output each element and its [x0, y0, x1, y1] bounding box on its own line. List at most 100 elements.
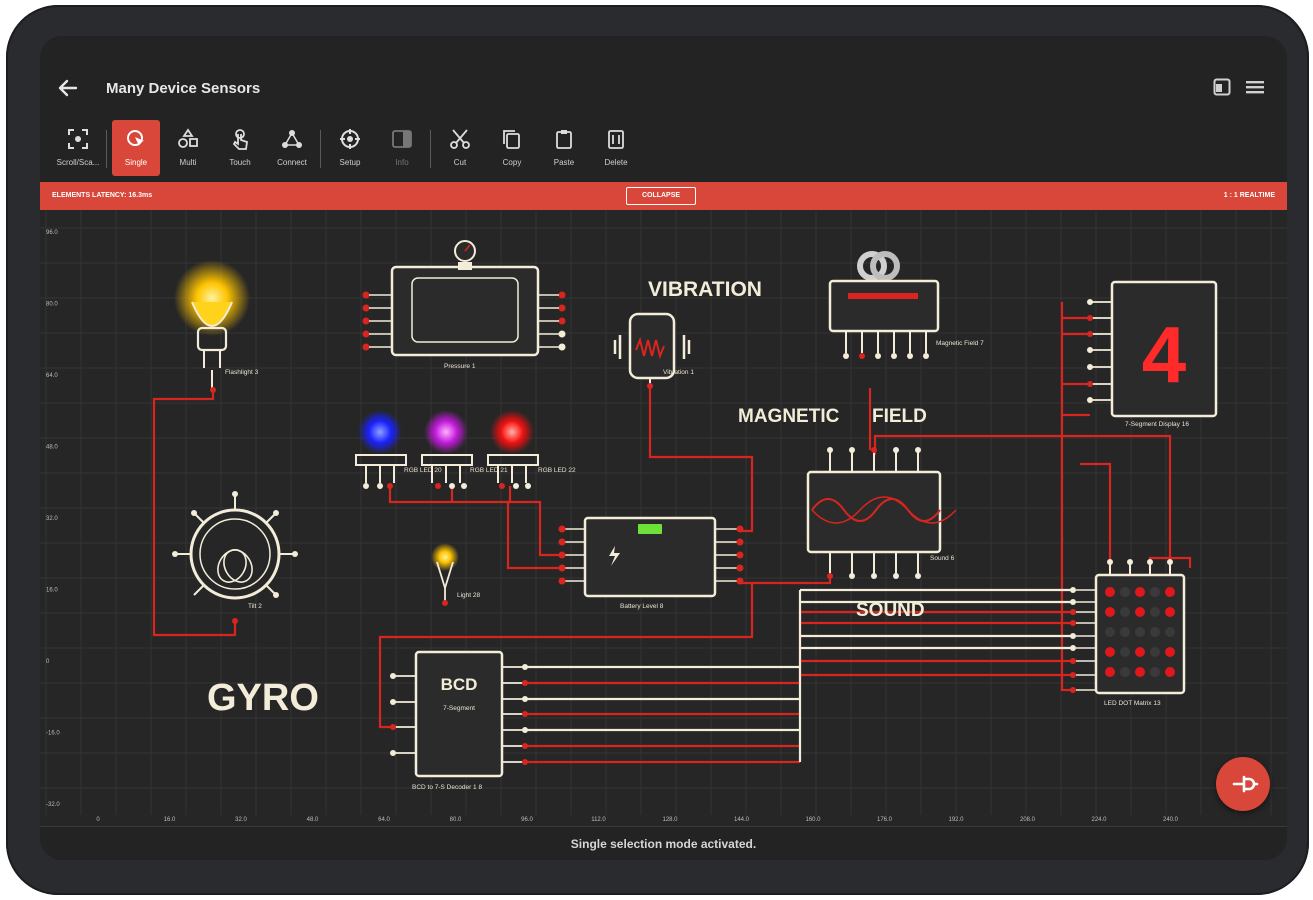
tool-copy[interactable]: Copy [488, 120, 536, 176]
realtime-indicator: 1 : 1 REALTIME [1223, 192, 1275, 199]
touch-icon [232, 129, 248, 150]
split-view-icon[interactable] [1213, 78, 1231, 96]
seven-segment-component[interactable]: 4 7-Segment Display 16 [1087, 280, 1218, 428]
delete-icon [608, 130, 624, 149]
tool-setup[interactable]: Setup [326, 120, 374, 176]
paste-icon [556, 130, 572, 149]
pressure-component[interactable]: Pressure 1 [362, 240, 566, 370]
bcd-decoder-component[interactable]: BCD 7-Segment BCD to 7-S Decoder 1 8 [390, 650, 528, 791]
wire [1060, 302, 1073, 692]
toolbar-divider [430, 130, 431, 168]
vibration-label: Vibration 1 [663, 369, 694, 376]
led-dot [1150, 647, 1160, 657]
y-tick-label: 32.0 [46, 516, 58, 522]
tool-label: Multi [179, 158, 197, 167]
led-dot [1105, 667, 1115, 677]
y-tick-label: 96.0 [46, 230, 58, 236]
tool-info[interactable]: Info [378, 120, 426, 176]
led-dot [1165, 587, 1175, 597]
led-dot [1150, 587, 1160, 597]
seven-seg-label: 7-Segment Display 16 [1125, 421, 1189, 428]
x-tick-label: 128.0 [662, 817, 678, 823]
arrow-left-icon[interactable] [56, 76, 80, 100]
sound-component[interactable]: Sound 6 [806, 447, 957, 579]
tool-touch[interactable]: Touch [216, 120, 264, 176]
tool-label: Connect [277, 158, 307, 167]
field-title: FIELD [872, 406, 927, 427]
connect-fab-button[interactable] [1216, 757, 1270, 811]
tool-scroll-scale[interactable]: Scroll/Sca... [54, 120, 102, 176]
y-tick-label: 0 [46, 659, 50, 665]
tool-label: Info [395, 158, 409, 167]
x-tick-label: 208.0 [1020, 817, 1036, 823]
gyro-label: Tilt 2 [248, 603, 262, 610]
light-component[interactable]: Light 28 [431, 543, 481, 606]
x-tick-label: 224.0 [1091, 817, 1107, 823]
tool-label: Setup [339, 158, 361, 167]
tool-delete[interactable]: Delete [592, 120, 640, 176]
led-dot [1120, 607, 1130, 617]
gyro-component[interactable]: Tilt 2 [172, 491, 298, 624]
toolbar-divider [106, 130, 107, 168]
gyro-title: GYRO [207, 677, 319, 719]
led-dot [1165, 667, 1175, 677]
status-message: Single selection mode activated. [40, 826, 1287, 860]
led-dot [1105, 587, 1115, 597]
hamburger-menu-icon[interactable] [1245, 78, 1265, 96]
pressure-label: Pressure 1 [444, 363, 476, 370]
plug-icon [1232, 775, 1259, 793]
led-dot [1120, 587, 1130, 597]
y-tick-label: -16.0 [46, 731, 60, 737]
tool-paste[interactable]: Paste [540, 120, 588, 176]
tool-connect[interactable]: Connect [268, 120, 316, 176]
copy-icon [503, 130, 520, 149]
y-tick-label: 16.0 [46, 588, 58, 594]
vibration-component[interactable]: Vibration 1 [613, 312, 694, 389]
status-banner: ELEMENTS LATENCY: 16.3ms COLLAPSE 1 : 1 … [40, 182, 1287, 210]
tablet-frame: Many Device Sensors Scroll/Sca... Single… [6, 5, 1309, 895]
led-dot [1165, 647, 1175, 657]
led-dot [1105, 607, 1115, 617]
flashlight-label: Flashlight 3 [225, 369, 259, 376]
led-dot [1150, 667, 1160, 677]
collapse-button[interactable]: COLLAPSE [626, 187, 696, 205]
app-bar: Many Device Sensors [40, 36, 1287, 116]
latency-readout: ELEMENTS LATENCY: 16.3ms [52, 192, 153, 199]
x-tick-label: 16.0 [164, 817, 176, 823]
tool-multi[interactable]: Multi [164, 120, 212, 176]
seven-seg-digit: 4 [1142, 310, 1187, 399]
x-tick-label: 96.0 [521, 817, 533, 823]
magnetic-component[interactable]: Magnetic Field 7 [828, 251, 984, 359]
battery-component[interactable]: Battery Level 8 [558, 516, 744, 610]
matrix-pins [1070, 587, 1076, 693]
bcd-label: BCD to 7-S Decoder 1 8 [412, 784, 482, 791]
y-tick-label: 48.0 [46, 445, 58, 451]
x-tick-label: 112.0 [591, 817, 606, 823]
wire [1080, 462, 1112, 570]
info-icon [392, 130, 412, 148]
led-dot [1150, 607, 1160, 617]
y-tick-label: 64.0 [46, 373, 58, 379]
bcd-subtitle: 7-Segment [443, 705, 475, 712]
led-dot [1135, 667, 1145, 677]
x-tick-label: 32.0 [235, 817, 247, 823]
magnetic-title: MAGNETIC [738, 406, 840, 427]
circuit-canvas[interactable]: 96.0 80.0 64.0 48.0 32.0 16.0 0 -16.0 -32.0 0 16.… [40, 210, 1287, 826]
tool-cut[interactable]: Cut [436, 120, 484, 176]
led-dot [1135, 587, 1145, 597]
flashlight-component[interactable]: Flashlight 3 [174, 260, 259, 393]
app-screen: Many Device Sensors Scroll/Sca... Single… [40, 36, 1287, 860]
x-axis-ticks: 0 16.0 32.0 48.0 64.0 80.0 96.0 112.0 128.0 144.0… [96, 817, 1178, 823]
circuit-svg[interactable]: 96.0 80.0 64.0 48.0 32.0 16.0 0 -16.0 -32.0 0 16.… [40, 210, 1287, 826]
led-matrix-component[interactable]: LED DOT Matrix 13 [1070, 559, 1186, 707]
x-tick-label: 192.0 [948, 817, 964, 823]
tool-single[interactable]: Single [112, 120, 160, 176]
light-label: Light 28 [457, 592, 481, 599]
led-dot [1165, 607, 1175, 617]
setup-icon [340, 129, 360, 149]
tool-label: Touch [229, 158, 251, 167]
battery-label: Battery Level 8 [620, 603, 664, 610]
led-dot [1105, 647, 1115, 657]
sound-label: Sound 6 [930, 555, 955, 562]
single-select-icon [127, 130, 144, 146]
